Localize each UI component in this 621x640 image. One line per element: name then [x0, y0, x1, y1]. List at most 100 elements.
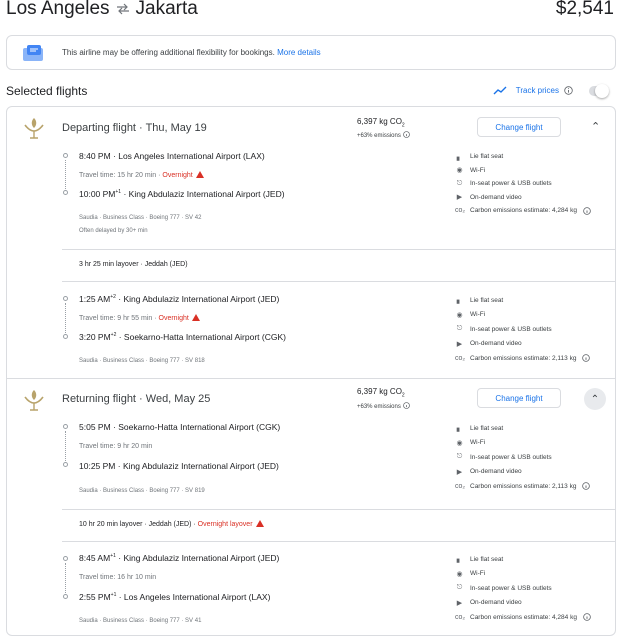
- saudia-logo-icon: [24, 118, 44, 139]
- delay-warning: Often delayed by 30+ min: [79, 228, 148, 234]
- flight-meta: Saudia · Business Class · Boeing 777 · S…: [79, 358, 205, 364]
- amenity-power: ⎋ In-seat power & USB outlets: [456, 325, 552, 333]
- toggle-knob: [595, 84, 609, 98]
- info-icon[interactable]: [564, 86, 573, 95]
- returning-title: Returning flight · Wed, May 25: [62, 393, 211, 405]
- divider: [62, 249, 615, 250]
- amenity-video: ▶ On-demand video: [456, 340, 522, 348]
- travel-time: Travel time: 9 hr 55 min · Overnight: [79, 314, 200, 322]
- amenity-co2: co₂ Carbon emissions estimate: 4,284 kg: [455, 204, 591, 218]
- amenity-wifi: ◉ Wi-Fi: [456, 570, 486, 578]
- amenity-video: ▶ On-demand video: [456, 468, 522, 476]
- selected-flights-heading: Selected flights: [6, 84, 88, 98]
- power-plug-icon: ⎋: [456, 325, 463, 333]
- amenities-list: ▖ Lie flat seat ◉ Wi-Fi ⎋ In-seat power & U…: [455, 150, 591, 218]
- travel-time: Travel time: 15 hr 20 min · Overnight: [79, 171, 204, 179]
- info-icon[interactable]: [402, 131, 410, 138]
- timeline-line: [65, 431, 66, 461]
- collapse-chevron-up-icon[interactable]: ⌃: [584, 388, 606, 410]
- amenity-power: ⎋ In-seat power & USB outlets: [456, 179, 552, 188]
- co2-icon: co₂: [455, 207, 466, 215]
- flight-meta: Saudia · Business Class · Boeing 777 · S…: [79, 215, 202, 221]
- co2-icon: co₂: [455, 613, 466, 621]
- destination-city: Jakarta: [135, 0, 198, 19]
- origin-city: Los Angeles: [6, 0, 110, 19]
- amenities-list: ▖ Lie flat seat ◉ Wi-Fi ⎋ In-seat power & U…: [455, 552, 591, 625]
- flight-meta: Saudia · Business Class · Boeing 777 · S…: [79, 618, 202, 624]
- change-returning-flight-button[interactable]: Change flight: [477, 388, 561, 408]
- amenity-power: ⎋ In-seat power & USB outlets: [456, 584, 552, 592]
- collapse-chevron-up-icon[interactable]: ⌃: [591, 120, 600, 133]
- returning-co2: 6,397 kg CO2: [357, 387, 405, 399]
- departing-co2: 6,397 kg CO2: [357, 117, 405, 129]
- change-departing-flight-button[interactable]: Change flight: [477, 117, 561, 137]
- amenity-wifi: ◉ Wi-Fi: [456, 311, 486, 319]
- amenity-video: ▶ On-demand video: [456, 193, 522, 202]
- departure-row: 1:25 AM+2 · King Abdulaziz International…: [79, 294, 280, 304]
- info-icon[interactable]: [582, 482, 591, 491]
- amenity-wifi: ◉ Wi-Fi: [456, 166, 486, 175]
- flight-meta: Saudia · Business Class · Boeing 777 · S…: [79, 488, 205, 494]
- divider: [62, 541, 615, 542]
- track-prices[interactable]: Track prices: [493, 86, 573, 95]
- wifi-icon: ◉: [456, 439, 463, 447]
- departure-row: 8:40 PM · Los Angeles International Airp…: [79, 151, 265, 161]
- trend-icon: [493, 86, 507, 95]
- selected-flights-card: Departing flight · Thu, May 19 6,397 kg …: [6, 106, 616, 636]
- co2-icon: co₂: [455, 354, 466, 362]
- info-icon[interactable]: [402, 402, 410, 409]
- video-icon: ▶: [456, 599, 463, 607]
- timeline-dot: [63, 153, 68, 158]
- seat-icon: ▖: [456, 556, 463, 564]
- timeline-line: [65, 563, 66, 593]
- amenities-list: ▖ Lie flat seat ◉ Wi-Fi ⎋ In-seat power & U…: [455, 293, 591, 366]
- power-plug-icon: ⎋: [456, 453, 463, 461]
- timeline-dot: [63, 334, 68, 339]
- timeline-dot: [63, 556, 68, 561]
- returning-co2-delta: +63% emissions: [357, 402, 410, 410]
- layover-info: 3 hr 25 min layover · Jeddah (JED): [79, 261, 188, 268]
- saudia-logo-icon: [24, 390, 44, 411]
- more-details-link[interactable]: More details: [277, 48, 321, 57]
- timeline-dot: [63, 296, 68, 301]
- amenity-co2: co₂ Carbon emissions estimate: 2,113 kg: [455, 351, 591, 366]
- timeline-dot: [63, 424, 68, 429]
- amenity-lie-flat: ▖ Lie flat seat: [456, 555, 504, 564]
- divider: [62, 509, 615, 510]
- amenity-lie-flat: ▖ Lie flat seat: [456, 153, 504, 161]
- amenities-list: ▖ Lie flat seat ◉ Wi-Fi ⎋ In-seat power & U…: [455, 421, 591, 494]
- amenity-wifi: ◉ Wi-Fi: [456, 439, 486, 447]
- video-icon: ▶: [456, 194, 463, 202]
- track-prices-toggle[interactable]: [589, 84, 609, 98]
- layover-info: 10 hr 20 min layover · Jeddah (JED) · Ov…: [79, 520, 264, 528]
- timeline-line: [65, 303, 66, 333]
- warning-icon: [191, 314, 200, 321]
- seat-icon: ▖: [456, 297, 463, 305]
- timeline-line: [65, 160, 66, 189]
- seat-icon: ▖: [456, 425, 463, 433]
- amenity-power: ⎋ In-seat power & USB outlets: [456, 453, 552, 461]
- seat-icon: ▖: [456, 153, 463, 161]
- info-icon[interactable]: [583, 206, 591, 215]
- timeline-dot: [63, 190, 68, 195]
- video-icon: ▶: [456, 468, 463, 476]
- timeline-dot: [63, 594, 68, 599]
- info-icon[interactable]: [583, 613, 591, 622]
- amenity-lie-flat: ▖ Lie flat seat: [456, 424, 504, 433]
- power-plug-icon: ⎋: [456, 584, 463, 592]
- notice-text: This airline may be offering additional …: [62, 48, 275, 57]
- amenity-co2: co₂ Carbon emissions estimate: 4,284 kg: [455, 610, 591, 625]
- arrival-row: 3:20 PM+2 · Soekarno-Hatta International…: [79, 332, 286, 342]
- info-icon[interactable]: [582, 354, 591, 363]
- section-divider: [7, 378, 615, 379]
- timeline-dot: [63, 462, 68, 467]
- departing-title: Departing flight · Thu, May 19: [62, 122, 207, 134]
- flexibility-notice: This airline may be offering additional …: [6, 35, 616, 70]
- wifi-icon: ◉: [456, 570, 463, 578]
- ticket-icon: [23, 45, 43, 61]
- route-title: Los Angeles Jakarta: [6, 0, 198, 20]
- warning-icon: [255, 520, 264, 527]
- divider: [62, 281, 615, 282]
- departure-row: 8:45 AM+1 · King Abdulaziz International…: [79, 553, 280, 563]
- arrival-row: 2:55 PM+1 · Los Angeles International Ai…: [79, 592, 271, 602]
